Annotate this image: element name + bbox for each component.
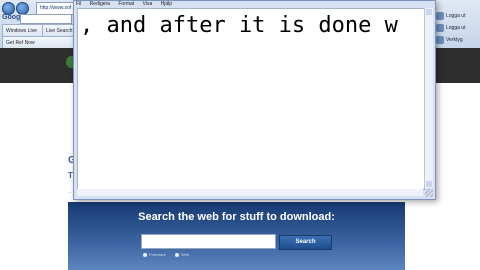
toolbar-search-input[interactable] [20,14,72,24]
notepad-content: , and after it is done w [80,13,398,38]
radio-icon[interactable] [143,252,147,257]
search-options: Freeware Web [143,252,197,257]
notepad-window: Fil Redigera Format Visa Hjälp , and aft… [73,0,436,200]
browser-right-toolbar: Logga ut Logga ut Verktyg [432,0,480,48]
resize-grip-icon[interactable] [425,189,433,197]
vertical-scrollbar[interactable] [424,8,433,188]
notepad-menubar: Fil Redigera Format Visa Hjälp [76,1,179,8]
site-small-text: ... [68,189,72,194]
home-icon[interactable] [436,12,444,20]
search-panel-title: Search the web for stuff to download: [138,211,335,223]
option-freeware[interactable]: Freeware [143,252,166,257]
radio-icon[interactable] [175,252,180,257]
horizontal-scrollbar[interactable] [77,189,423,196]
search-panel: Search the web for stuff to download: Se… [68,202,405,270]
menu-file[interactable]: Fil [76,1,81,7]
logout-link-1[interactable]: Logga ut [446,13,465,19]
search-input[interactable] [141,234,276,249]
tools-icon[interactable] [436,36,444,44]
search-button[interactable]: Search [279,235,332,250]
scroll-down-icon[interactable] [426,181,432,187]
menu-view[interactable]: Visa [143,1,153,7]
option-web[interactable]: Web [175,252,189,257]
menu-help[interactable]: Hjälp [161,1,172,7]
tools-menu[interactable]: Verktyg [446,37,463,43]
scroll-up-icon[interactable] [426,9,432,15]
print-icon[interactable] [436,24,444,32]
menu-format[interactable]: Format [118,1,134,7]
notepad-text-area[interactable]: , and after it is done w [77,8,425,190]
menu-edit[interactable]: Redigera [90,1,110,7]
logout-link-2[interactable]: Logga ut [446,25,465,31]
